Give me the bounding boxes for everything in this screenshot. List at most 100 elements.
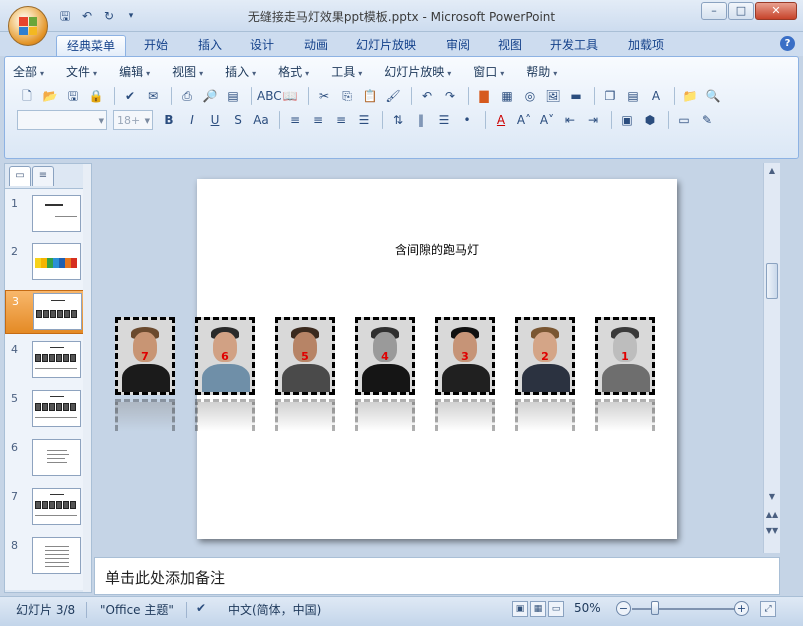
align-center-icon[interactable]: ≡	[308, 110, 328, 130]
outline-tab-icon[interactable]: ≡	[32, 166, 54, 186]
scroll-up-icon[interactable]: ▲	[764, 163, 780, 179]
menu-slideshow[interactable]: 幻灯片放映 ▾	[384, 63, 451, 81]
menu-edit[interactable]: 编辑 ▾	[119, 63, 150, 81]
tab-review[interactable]: 审阅	[436, 35, 480, 56]
scroll-down-icon[interactable]: ▼	[764, 489, 780, 505]
shrink-font-icon[interactable]: A˅	[537, 110, 557, 130]
increase-indent-icon[interactable]: ⇥	[583, 110, 603, 130]
shapes-icon[interactable]: ⬢	[640, 110, 660, 130]
panel-scrollbar[interactable]	[83, 164, 91, 592]
slide-thumb-3[interactable]: 3	[5, 290, 85, 334]
bullets-icon[interactable]: •	[457, 110, 477, 130]
new-slide-icon[interactable]: ❐	[600, 86, 620, 106]
insert-picture-icon[interactable]: 🖼	[543, 86, 563, 106]
permission-icon[interactable]: 🔒	[86, 86, 106, 106]
decrease-indent-icon[interactable]: ⇤	[560, 110, 580, 130]
grow-font-icon[interactable]: A˄	[514, 110, 534, 130]
check-icon[interactable]: ✔	[120, 86, 140, 106]
insert-table-icon[interactable]: ▦	[497, 86, 517, 106]
slide-title[interactable]: 含间隙的跑马灯	[197, 241, 677, 258]
slide-thumb-2[interactable]: 2	[5, 241, 85, 285]
menu-view[interactable]: 视图 ▾	[172, 63, 203, 81]
find-icon[interactable]: 🔍	[703, 86, 723, 106]
previous-slide-icon[interactable]: ▲▲	[764, 507, 780, 523]
menu-all[interactable]: 全部 ▾	[13, 63, 44, 81]
font-size-combo[interactable]: 18+ ▼	[113, 110, 153, 130]
notes-pane[interactable]: 单击此处添加备注	[94, 557, 780, 595]
layout-icon[interactable]: ▤	[223, 86, 243, 106]
slideshow-view-icon[interactable]: ▭	[548, 601, 564, 617]
zoom-out-icon[interactable]: −	[616, 601, 631, 616]
bold-icon[interactable]: B	[159, 110, 179, 130]
font-color-icon[interactable]: A	[491, 110, 511, 130]
redo-icon[interactable]: ↷	[440, 86, 460, 106]
text-direction-icon[interactable]: ⇅	[388, 110, 408, 130]
menu-tools[interactable]: 工具 ▾	[331, 63, 362, 81]
open-icon[interactable]: 📂	[40, 86, 60, 106]
menu-window[interactable]: 窗口 ▾	[473, 63, 504, 81]
undo-icon[interactable]: ↶	[417, 86, 437, 106]
menu-insert[interactable]: 插入 ▾	[225, 63, 256, 81]
maximize-button[interactable]: □	[728, 2, 754, 20]
cut-icon[interactable]: ✂	[314, 86, 334, 106]
tab-design[interactable]: 设计	[240, 35, 284, 56]
tab-classic-menu[interactable]: 经典菜单	[56, 35, 127, 56]
folder-icon[interactable]: 📁	[680, 86, 700, 106]
tab-developer[interactable]: 开发工具	[540, 35, 608, 56]
font-name-combo[interactable]: ▼	[17, 110, 107, 130]
tab-animation[interactable]: 动画	[294, 35, 338, 56]
print-preview-icon[interactable]: 🔎	[200, 86, 220, 106]
spell-check-icon[interactable]: ✔	[196, 601, 206, 615]
research-icon[interactable]: 📖	[280, 86, 300, 106]
underline-icon[interactable]: U	[205, 110, 225, 130]
change-case-icon[interactable]: Aa	[251, 110, 271, 130]
slide-scrollbar[interactable]: ▲ ▼ ▲▲ ▼▼	[763, 163, 780, 553]
zoom-level[interactable]: 50%	[574, 601, 601, 615]
shadow-icon[interactable]: S	[228, 110, 248, 130]
office-button[interactable]	[8, 6, 48, 46]
marquee-photo-7[interactable]: 7	[115, 317, 175, 395]
menu-help[interactable]: 帮助 ▾	[526, 63, 557, 81]
next-slide-icon[interactable]: ▼▼	[764, 523, 780, 539]
language-indicator[interactable]: 中文(简体，中国)	[228, 601, 321, 618]
marquee-photo-2[interactable]: 2	[515, 317, 575, 395]
columns-icon[interactable]: ‖	[411, 110, 431, 130]
slides-tab-icon[interactable]: ▭	[9, 166, 31, 186]
marquee-photo-5[interactable]: 5	[275, 317, 335, 395]
zoom-in-icon[interactable]: +	[734, 601, 749, 616]
save-icon[interactable]: 🖫	[63, 86, 83, 106]
justify-icon[interactable]: ☰	[354, 110, 374, 130]
slide-thumb-4[interactable]: 4	[5, 339, 85, 383]
spelling-icon[interactable]: ABC	[257, 86, 282, 106]
slide-thumb-1[interactable]: 1	[5, 193, 85, 237]
align-left-icon[interactable]: ≡	[285, 110, 305, 130]
copy-icon[interactable]: ⎘	[337, 86, 357, 106]
close-button[interactable]: ✕	[755, 2, 797, 20]
italic-icon[interactable]: I	[182, 110, 202, 130]
scroll-thumb[interactable]	[766, 263, 778, 299]
help-icon[interactable]: ?	[780, 36, 795, 51]
line-color-icon[interactable]: ✎	[697, 110, 717, 130]
marquee-photo-1[interactable]: 1	[595, 317, 655, 395]
marquee-photo-3[interactable]: 3	[435, 317, 495, 395]
minimize-button[interactable]: –	[701, 2, 727, 20]
text-box-icon[interactable]: A	[646, 86, 666, 106]
zoom-slider-thumb[interactable]	[651, 601, 659, 615]
new-icon[interactable]: 🗋	[17, 86, 37, 106]
slide-thumb-7[interactable]: 7	[5, 486, 85, 530]
menu-format[interactable]: 格式 ▾	[278, 63, 309, 81]
current-slide[interactable]: 含间隙的跑马灯 7 6 5 4 3 2 1	[115, 179, 677, 539]
insert-clipart-icon[interactable]: ◎	[520, 86, 540, 106]
arrange-icon[interactable]: ▣	[617, 110, 637, 130]
tab-home[interactable]: 开始	[134, 35, 178, 56]
slide-sorter-icon[interactable]: ▦	[530, 601, 546, 617]
print-icon[interactable]: ⎙	[177, 86, 197, 106]
publish-icon[interactable]: ✉	[143, 86, 163, 106]
slide-thumb-8[interactable]: 8	[5, 535, 85, 579]
fit-to-window-icon[interactable]: ⤢	[760, 601, 776, 617]
slide-thumb-6[interactable]: 6	[5, 437, 85, 481]
format-painter-icon[interactable]: 🖌	[383, 86, 403, 106]
slide-layout-icon[interactable]: ▤	[623, 86, 643, 106]
zoom-slider-track[interactable]	[632, 608, 736, 610]
normal-view-icon[interactable]: ▣	[512, 601, 528, 617]
